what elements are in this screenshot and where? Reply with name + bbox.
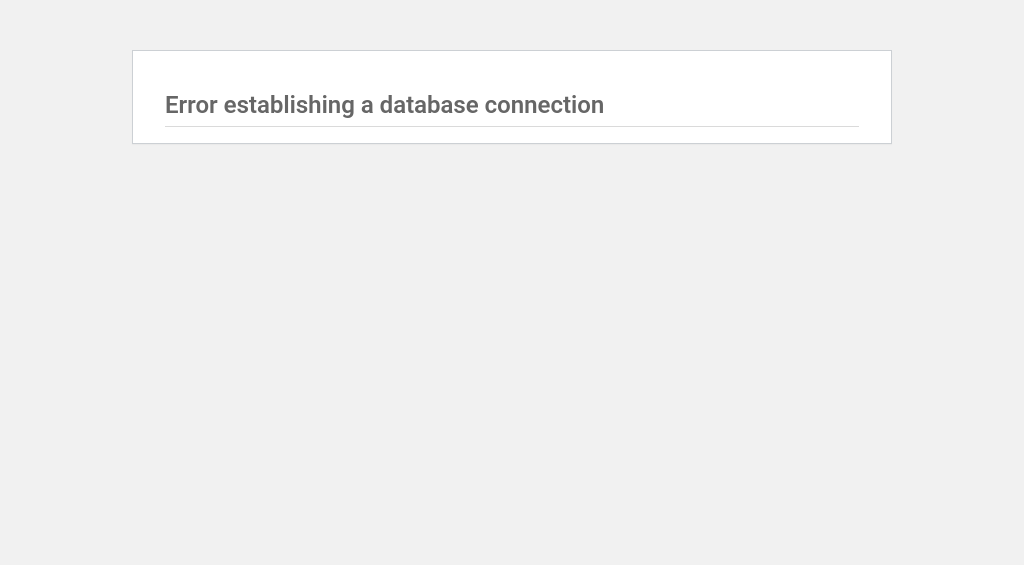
error-page-container: Error establishing a database connection: [132, 50, 892, 144]
error-title: Error establishing a database connection: [165, 91, 859, 127]
